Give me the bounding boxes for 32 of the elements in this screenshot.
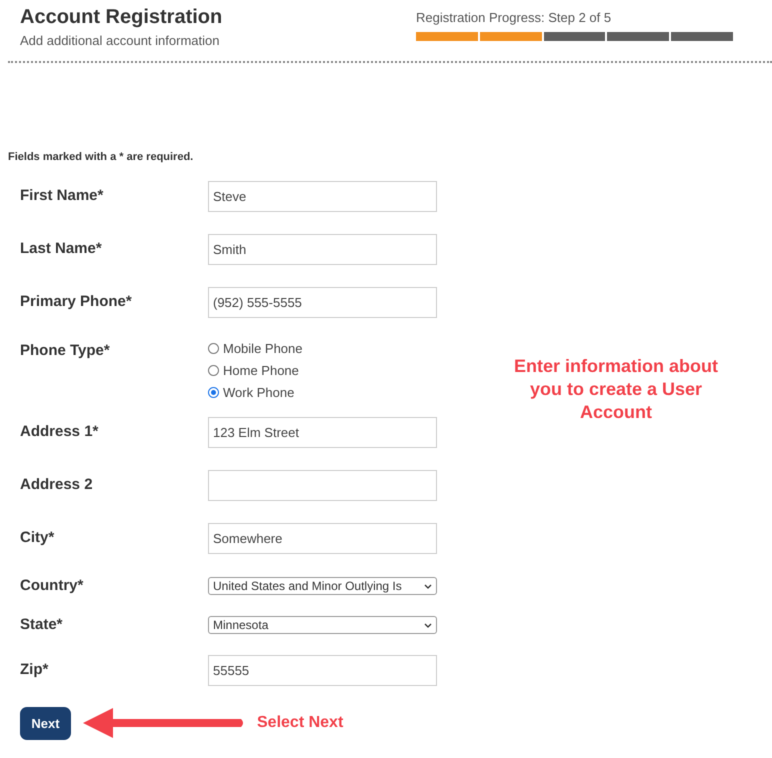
page-title: Account Registration <box>20 6 222 29</box>
radio-option[interactable]: Home Phone <box>208 362 302 379</box>
field-label: First Name* <box>20 186 104 204</box>
field-label: Phone Type* <box>20 341 111 359</box>
input-field[interactable]: 55555 <box>208 655 437 686</box>
field-label: City* <box>20 528 56 546</box>
field-label: Address 2 <box>20 475 94 493</box>
field-label: Country* <box>20 577 84 594</box>
input-field[interactable]: 123 Elm Street <box>208 417 437 448</box>
input-field[interactable]: Smith <box>208 234 437 265</box>
select-dropdown[interactable]: United States and Minor Outlying Is <box>208 577 437 595</box>
radio-option[interactable]: Mobile Phone <box>208 340 302 357</box>
field-label: State* <box>20 616 64 633</box>
field-label: Primary Phone* <box>20 292 133 310</box>
radio-option[interactable]: Work Phone <box>208 384 302 401</box>
input-field[interactable]: Steve <box>208 181 437 212</box>
input-field[interactable] <box>208 470 437 501</box>
input-field[interactable]: (952) 555-5555 <box>208 287 437 318</box>
instruction-note: Enter information about you to create a User Account <box>513 355 719 424</box>
arrow-left-icon <box>83 706 245 740</box>
field-label: Last Name* <box>20 239 103 257</box>
field-label: Zip* <box>20 660 50 678</box>
required-note: Fields marked with a * are required. <box>8 151 194 163</box>
next-button[interactable]: Next <box>20 706 71 740</box>
page-subtitle: Add additional account information <box>20 33 220 48</box>
select-dropdown[interactable]: Minnesota <box>208 616 437 634</box>
input-field[interactable]: Somewhere <box>208 523 437 554</box>
progress-label: Registration Progress: Step 2 of 5 <box>416 10 612 25</box>
next-note: Select Next <box>257 714 344 732</box>
field-label: Address 1* <box>20 422 100 440</box>
chevron-down-icon <box>424 584 432 588</box>
chevron-down-icon <box>424 622 432 628</box>
